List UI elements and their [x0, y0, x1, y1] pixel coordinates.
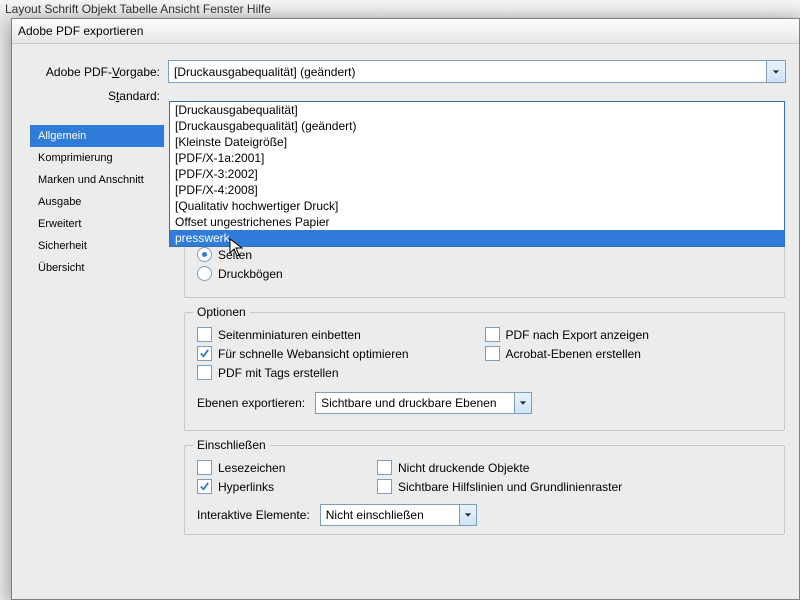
dropdown-option[interactable]: [Druckausgabequalität]	[170, 102, 784, 118]
dropdown-option[interactable]: [PDF/X-1a:2001]	[170, 150, 784, 166]
label-interactive: Interaktive Elemente:	[197, 508, 310, 522]
export-layers-value: Sichtbare und druckbare Ebenen	[321, 396, 496, 410]
cursor-icon	[229, 238, 245, 261]
chevron-down-icon[interactable]	[459, 505, 476, 525]
label-fast-web: Für schnelle Webansicht optimieren	[218, 347, 409, 361]
check-acro-layers[interactable]	[485, 346, 500, 361]
nav-item-sicherheit[interactable]: Sicherheit	[30, 235, 164, 257]
standard-label: Standard:	[32, 89, 168, 103]
check-hyperlinks[interactable]	[197, 479, 212, 494]
label-hyperlinks: Hyperlinks	[218, 480, 274, 494]
check-nonprint[interactable]	[377, 460, 392, 475]
dropdown-option-selected[interactable]: presswerk	[170, 230, 784, 246]
preset-label: Adobe PDF-Vorgabe:	[32, 65, 168, 79]
group-optionen-legend: Optionen	[193, 305, 250, 319]
nav-item-allgemein[interactable]: Allgemein	[30, 125, 164, 147]
label-guides: Sichtbare Hilfslinien und Grundlinienras…	[398, 480, 622, 494]
preset-dropdown-list[interactable]: [Druckausgabequalität] [Druckausgabequal…	[169, 101, 785, 247]
nav-item-marken[interactable]: Marken und Anschnitt	[30, 169, 164, 191]
dropdown-option[interactable]: [Kleinste Dateigröße]	[170, 134, 784, 150]
group-optionen: Optionen Seitenminiaturen einbetten Für …	[184, 312, 785, 431]
dropdown-option[interactable]: [PDF/X-3:2002]	[170, 166, 784, 182]
label-bookmarks: Lesezeichen	[218, 461, 285, 475]
dialog-titlebar: Adobe PDF exportieren	[12, 19, 799, 44]
export-pdf-dialog: Adobe PDF exportieren Adobe PDF-Vorgabe:…	[11, 18, 800, 600]
group-einschliessen: Einschließen Lesezeichen Hyperlinks Nich…	[184, 445, 785, 535]
dropdown-option[interactable]: Offset ungestrichenes Papier	[170, 214, 784, 230]
label-druckboegen: Druckbögen	[218, 267, 283, 281]
check-show-after[interactable]	[485, 327, 500, 342]
dialog-title: Adobe PDF exportieren	[18, 24, 143, 38]
nav-item-uebersicht[interactable]: Übersicht	[30, 257, 164, 279]
preset-combo-value: [Druckausgabequalität] (geändert)	[169, 65, 355, 79]
check-bookmarks[interactable]	[197, 460, 212, 475]
label-tagged: PDF mit Tags erstellen	[218, 366, 339, 380]
check-tagged[interactable]	[197, 365, 212, 380]
radio-seiten[interactable]	[197, 247, 212, 262]
check-guides[interactable]	[377, 479, 392, 494]
label-show-after: PDF nach Export anzeigen	[506, 328, 649, 342]
host-menu-text: Layout Schrift Objekt Tabelle Ansicht Fe…	[5, 2, 271, 16]
radio-druckboegen[interactable]	[197, 266, 212, 281]
label-thumbnails: Seitenminiaturen einbetten	[218, 328, 361, 342]
label-acro-layers: Acrobat-Ebenen erstellen	[506, 347, 641, 361]
interactive-combo-value: Nicht einschließen	[326, 508, 424, 522]
dropdown-option[interactable]: [Qualitativ hochwertiger Druck]	[170, 198, 784, 214]
export-layers-combo[interactable]: Sichtbare und druckbare Ebenen	[315, 392, 532, 414]
category-nav: Allgemein Komprimierung Marken und Ansch…	[12, 125, 170, 559]
dropdown-option[interactable]: [PDF/X-4:2008]	[170, 182, 784, 198]
dropdown-option[interactable]: [Druckausgabequalität] (geändert)	[170, 118, 784, 134]
label-nonprint: Nicht druckende Objekte	[398, 461, 529, 475]
label-export-layers: Ebenen exportieren:	[197, 396, 305, 410]
preset-combo[interactable]: [Druckausgabequalität] (geändert)	[168, 60, 786, 83]
check-thumbnails[interactable]	[197, 327, 212, 342]
group-einschliessen-legend: Einschließen	[193, 438, 270, 452]
nav-item-erweitert[interactable]: Erweitert	[30, 213, 164, 235]
interactive-combo[interactable]: Nicht einschließen	[320, 504, 477, 526]
chevron-down-icon[interactable]	[514, 393, 531, 413]
chevron-down-icon[interactable]	[766, 61, 785, 82]
nav-item-komprimierung[interactable]: Komprimierung	[30, 147, 164, 169]
nav-item-ausgabe[interactable]: Ausgabe	[30, 191, 164, 213]
check-fast-web[interactable]	[197, 346, 212, 361]
